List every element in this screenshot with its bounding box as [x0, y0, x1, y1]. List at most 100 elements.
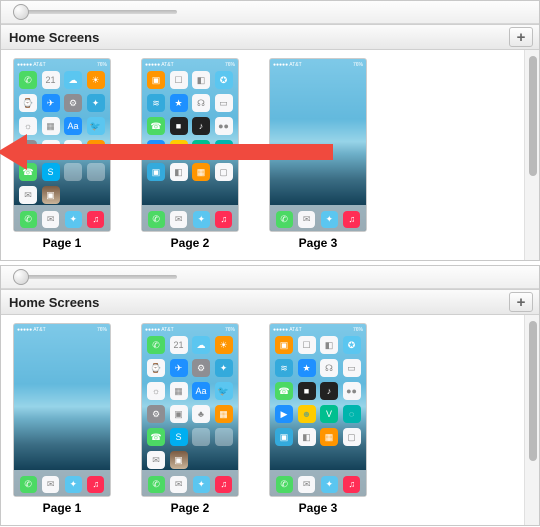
- app-icon: ☀: [87, 71, 105, 89]
- home-screens-panel: Home Screens+●●●●● AT&T76%✆✉✦♫Page 1●●●●…: [0, 265, 540, 526]
- dock-app-icon: ✦: [193, 476, 210, 493]
- dock-app-icon: ♫: [87, 476, 104, 493]
- zoom-slider[interactable]: [17, 275, 177, 279]
- phone-screen: ●●●●● AT&T76%✆✉✦♫: [269, 58, 367, 232]
- app-icon: ●●: [215, 117, 233, 135]
- app-icon: ▭: [343, 359, 361, 377]
- home-screens-panel: Home Screens+●●●●● AT&T76%✆21☁☀⌚✈⚙✦☼▦Aa🐦…: [0, 0, 540, 261]
- app-icon: ▣: [170, 405, 188, 423]
- zoom-slider-bar: [1, 266, 539, 289]
- status-battery: 76%: [97, 62, 107, 68]
- app-icon: ▣: [275, 428, 293, 446]
- app-icon: ▦: [170, 382, 188, 400]
- app-icon: ✈: [42, 94, 60, 112]
- app-icon: ✆: [19, 71, 37, 89]
- app-icon: ▦: [87, 140, 105, 158]
- page-item[interactable]: ●●●●● AT&T76%✆✉✦♫Page 1: [13, 323, 111, 515]
- zoom-slider-thumb[interactable]: [13, 269, 29, 285]
- dock-app-icon: ✦: [65, 211, 82, 228]
- pages-container: ●●●●● AT&T76%✆21☁☀⌚✈⚙✦☼▦Aa🐦⚙▣♣▦☎S ✉▣✆✉✦♫…: [1, 50, 539, 260]
- app-icon: ☁: [192, 336, 210, 354]
- section-header: Home Screens +: [1, 24, 539, 50]
- dock-app-icon: ✆: [148, 211, 165, 228]
- app-icon: Aa: [64, 117, 82, 135]
- app-icon: ☎: [147, 117, 165, 135]
- page-item[interactable]: ●●●●● AT&T76%✆21☁☀⌚✈⚙✦☼▦Aa🐦⚙▣♣▦☎S ✉▣✆✉✦♫…: [141, 323, 239, 515]
- vertical-scrollbar[interactable]: [524, 50, 539, 260]
- dock-app-icon: ✦: [193, 211, 210, 228]
- add-page-button[interactable]: +: [509, 27, 533, 47]
- dock-app-icon: ✉: [42, 476, 59, 493]
- app-icon: ◧: [192, 71, 210, 89]
- app-icon: 🐦: [215, 382, 233, 400]
- app-icon: ☊: [320, 359, 338, 377]
- app-icon: ✆: [147, 336, 165, 354]
- app-icon: ⚙: [147, 405, 165, 423]
- dock-app-icon: ✆: [20, 211, 37, 228]
- vertical-scrollbar[interactable]: [524, 315, 539, 525]
- status-battery: 76%: [225, 327, 235, 333]
- page-item[interactable]: ●●●●● AT&T76%▣☐◧✪≋★☊▭☎■♪●●▶☻V◌▣◧▦▢✆✉✦♫Pa…: [141, 58, 239, 250]
- scrollbar-thumb[interactable]: [529, 56, 537, 176]
- status-battery: 76%: [353, 327, 363, 333]
- app-icon: ★: [170, 94, 188, 112]
- phone-dock: ✆✉✦♫: [142, 205, 238, 231]
- zoom-slider-thumb[interactable]: [13, 4, 29, 20]
- app-icon: ◌: [343, 405, 361, 423]
- scrollbar-thumb[interactable]: [529, 321, 537, 461]
- app-icon: ▦: [42, 117, 60, 135]
- app-grid: ✆21☁☀⌚✈⚙✦☼▦Aa🐦⚙▣♣▦☎S ✉▣: [19, 71, 105, 204]
- app-icon: ☊: [192, 94, 210, 112]
- section-title: Home Screens: [9, 30, 99, 45]
- add-page-button[interactable]: +: [509, 292, 533, 312]
- app-icon: ■: [298, 382, 316, 400]
- status-bar: ●●●●● AT&T 76%: [142, 324, 238, 334]
- status-carrier: ●●●●● AT&T: [273, 327, 302, 333]
- phone-dock: ✆✉✦♫: [270, 470, 366, 496]
- page-label: Page 3: [299, 501, 338, 515]
- app-icon: [64, 163, 82, 181]
- app-icon: ◧: [320, 336, 338, 354]
- app-icon: ☻: [170, 140, 188, 158]
- app-icon: ✦: [87, 94, 105, 112]
- page-item[interactable]: ●●●●● AT&T76%▣☐◧✪≋★☊▭☎■♪●●▶☻V◌▣◧▦▢✆✉✦♫Pa…: [269, 323, 367, 515]
- dock-app-icon: ♫: [87, 211, 104, 228]
- phone-dock: ✆✉✦♫: [270, 205, 366, 231]
- app-icon: ◧: [170, 163, 188, 181]
- phone-dock: ✆✉✦♫: [142, 470, 238, 496]
- status-carrier: ●●●●● AT&T: [145, 62, 174, 68]
- app-icon: ▶: [275, 405, 293, 423]
- app-grid: ▣☐◧✪≋★☊▭☎■♪●●▶☻V◌▣◧▦▢: [275, 336, 361, 446]
- dock-app-icon: ♫: [343, 476, 360, 493]
- dock-app-icon: ✉: [42, 211, 59, 228]
- app-icon: ☀: [215, 336, 233, 354]
- phone-dock: ✆ ✉ ✦ ♫: [14, 205, 110, 231]
- status-carrier: ●●●●● AT&T: [145, 327, 174, 333]
- page-item[interactable]: ●●●●● AT&T76%✆✉✦♫ Page 3: [269, 58, 367, 250]
- page-label: Page 1: [43, 501, 82, 515]
- page-label: Page 3: [299, 236, 338, 250]
- page-item[interactable]: ●●●●● AT&T76%✆21☁☀⌚✈⚙✦☼▦Aa🐦⚙▣♣▦☎S ✉▣✆✉✦♫…: [13, 58, 111, 250]
- app-icon: ♪: [192, 117, 210, 135]
- app-icon: ☁: [64, 71, 82, 89]
- app-icon: ▦: [192, 163, 210, 181]
- page-label: Page 2: [171, 501, 210, 515]
- zoom-slider[interactable]: [17, 10, 177, 14]
- status-battery: 76%: [97, 327, 107, 333]
- status-bar: ●●●●● AT&T76%: [14, 324, 110, 334]
- app-icon: S: [42, 163, 60, 181]
- app-icon: ●●: [343, 382, 361, 400]
- phone-screen: ●●●●● AT&T76%✆21☁☀⌚✈⚙✦☼▦Aa🐦⚙▣♣▦☎S ✉▣✆✉✦♫: [141, 323, 239, 497]
- app-icon: ◌: [215, 140, 233, 158]
- app-icon: 21: [170, 336, 188, 354]
- app-icon: ≋: [147, 94, 165, 112]
- page-label: Page 2: [171, 236, 210, 250]
- app-icon: ⌚: [19, 94, 37, 112]
- dock-app-icon: ✉: [298, 211, 315, 228]
- app-icon: ☎: [19, 163, 37, 181]
- dock-app-icon: ♫: [215, 476, 232, 493]
- app-icon: ✦: [215, 359, 233, 377]
- page-label: Page 1: [43, 236, 82, 250]
- dock-app-icon: ✉: [298, 476, 315, 493]
- app-icon: V: [192, 140, 210, 158]
